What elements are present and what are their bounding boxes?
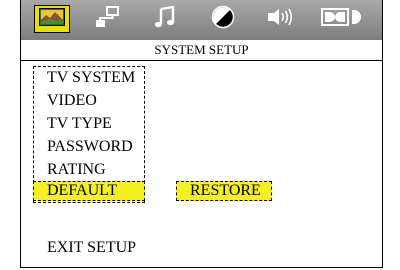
landscape-picture-icon	[39, 7, 65, 31]
menu-item-rating[interactable]: RATING	[47, 160, 106, 180]
menu-item-default-label: DEFAULT	[47, 182, 118, 199]
contrast-circle-icon	[211, 5, 235, 34]
speaker-icon	[266, 7, 296, 32]
tab-picture[interactable]	[34, 5, 70, 33]
restore-option-label: RESTORE	[190, 182, 261, 199]
tab-dolby[interactable]	[319, 5, 365, 33]
dolby-logo-icon	[321, 7, 363, 32]
page-title: SYSTEM SETUP	[21, 40, 382, 61]
tab-network[interactable]	[90, 5, 124, 33]
menu-item-password[interactable]: PASSWORD	[47, 137, 133, 157]
tab-audio[interactable]	[148, 5, 182, 33]
restore-option[interactable]: RESTORE	[176, 181, 272, 201]
tab-video[interactable]	[206, 5, 240, 33]
music-note-icon	[154, 5, 176, 34]
exit-setup-button[interactable]: EXIT SETUP	[47, 238, 136, 258]
menu-item-tv-system[interactable]: TV SYSTEM	[47, 68, 135, 88]
menu-item-tv-type[interactable]: TV TYPE	[47, 114, 112, 134]
computer-network-icon	[93, 5, 121, 34]
tab-bar	[21, 0, 382, 40]
menu-item-default[interactable]: DEFAULT	[33, 181, 145, 201]
tab-speaker[interactable]	[263, 5, 299, 33]
menu-item-video[interactable]: VIDEO	[47, 91, 97, 111]
